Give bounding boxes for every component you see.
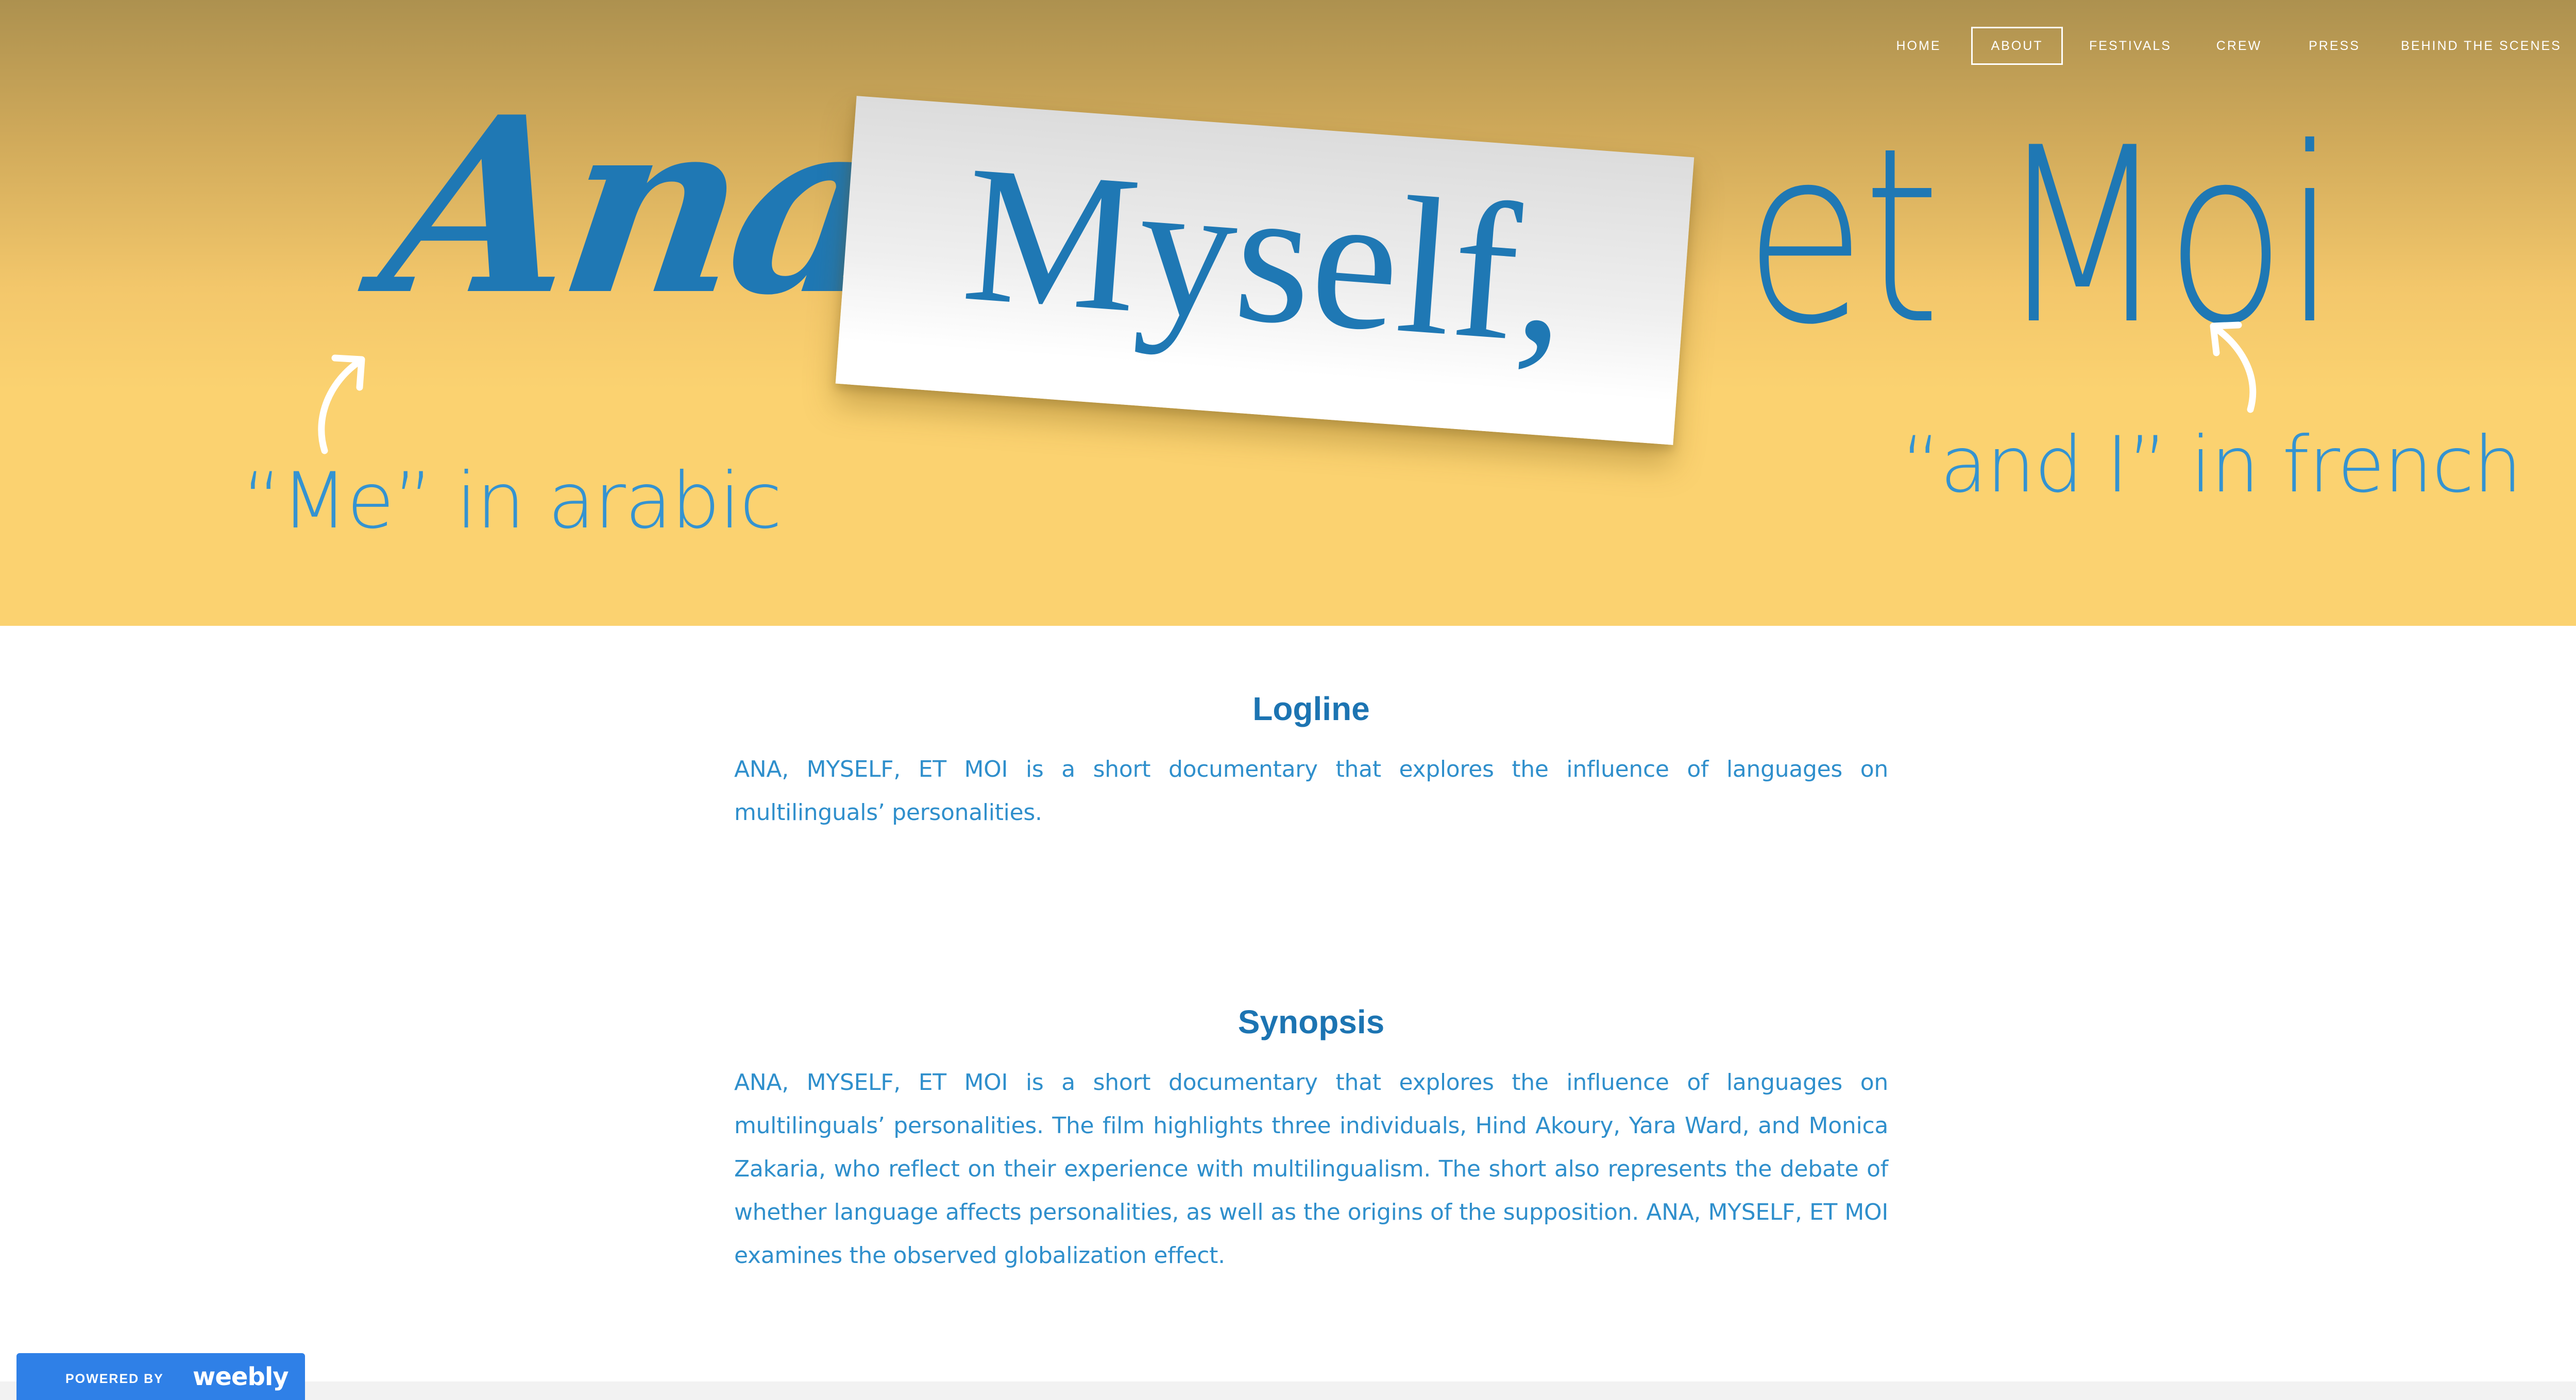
curved-arrow-icon — [2210, 321, 2257, 413]
logline-section: Logline ANA, MYSELF, ET MOI is a short d… — [734, 688, 1888, 834]
annotation-and-i-in-french: “and I” in french — [1901, 420, 2522, 510]
nav-festivals[interactable]: FESTIVALS — [2081, 27, 2179, 65]
logline-text: ANA, MYSELF, ET MOI is a short documenta… — [734, 756, 1888, 826]
logline-heading: Logline — [1252, 690, 1370, 727]
main-nav: HOME ABOUT FESTIVALS CREW PRESS BEHIND T… — [0, 27, 2576, 65]
nav-home[interactable]: HOME — [1883, 27, 1955, 65]
title-word-myself: Myself, — [957, 124, 1575, 385]
synopsis-text: ANA, MYSELF, ET MOI is a short documenta… — [734, 1069, 1888, 1269]
footer-strip — [0, 1381, 2576, 1400]
title-word-et-moi: et Moi — [1744, 96, 2338, 378]
weebly-logo: weebly — [193, 1362, 289, 1391]
curved-arrow-icon — [318, 354, 365, 454]
nav-press[interactable]: PRESS — [2301, 27, 2368, 65]
hero-banner: HOME ABOUT FESTIVALS CREW PRESS BEHIND T… — [0, 0, 2576, 626]
nav-crew[interactable]: CREW — [2208, 27, 2270, 65]
annotation-me-in-arabic: “Me” in arabic — [242, 456, 782, 546]
synopsis-section: Synopsis ANA, MYSELF, ET MOI is a short … — [734, 1001, 1888, 1277]
powered-by-label: POWERED BY — [65, 1372, 164, 1386]
nav-about[interactable]: ABOUT — [1971, 27, 2063, 65]
powered-by-weebly-badge[interactable]: POWERED BY weebly — [16, 1353, 305, 1400]
title-card: Myself, — [835, 96, 1694, 445]
title-word-ana: Ana, — [368, 64, 977, 348]
nav-behind-the-scenes[interactable]: BEHIND THE SCENES — [2401, 27, 2562, 65]
synopsis-heading: Synopsis — [1238, 1003, 1385, 1040]
